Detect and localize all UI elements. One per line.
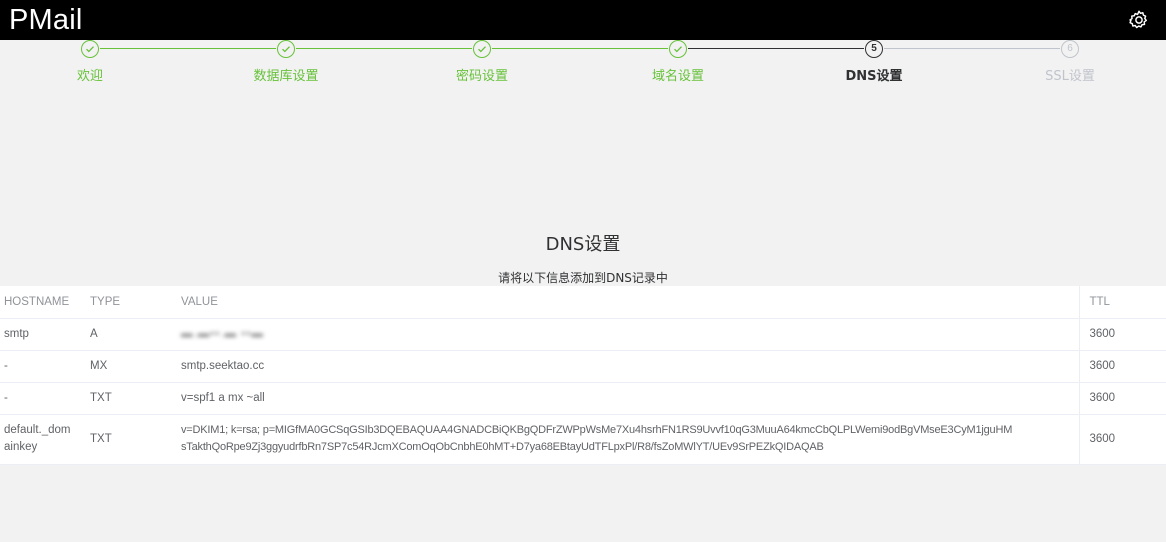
header-ttl: TTL xyxy=(1078,286,1166,319)
step-5-current: 5 xyxy=(865,40,883,58)
cell-ttl: 3600 xyxy=(1078,318,1166,351)
cell-value: smtp.seektao.cc xyxy=(173,350,1079,383)
cell-ttl: 3600 xyxy=(1078,414,1166,465)
dns-records-table: HOSTNAME TYPE VALUE TTL smtp A ▬.▬▪▪.▬ ▪… xyxy=(0,286,1166,465)
table-header-row: HOSTNAME TYPE VALUE TTL xyxy=(0,286,1166,319)
step-label-database: 数据库设置 xyxy=(253,69,319,84)
top-bar: PMail xyxy=(0,0,1166,40)
cell-type: A xyxy=(86,318,173,351)
step-label-dns: DNS设置 xyxy=(845,69,903,84)
step-connector xyxy=(492,48,668,49)
header-type: TYPE xyxy=(86,286,173,319)
header-value: VALUE xyxy=(173,286,1079,319)
cell-type: MX xyxy=(86,350,173,383)
cell-value: v=DKIM1; k=rsa; p=MIGfMA0GCSqGSIb3DQEBAQ… xyxy=(173,414,1079,465)
cell-hostname: - xyxy=(0,350,86,383)
blurred-ip-value: ▬.▬▪▪.▬ ▪▪▬ xyxy=(181,327,264,340)
table-row: - TXT v=spf1 a mx ~all 3600 xyxy=(0,382,1166,415)
cell-hostname: smtp xyxy=(0,318,86,351)
app-logo: PMail xyxy=(9,4,83,36)
header-hostname: HOSTNAME xyxy=(0,286,86,319)
step-number: 5 xyxy=(871,43,877,54)
cell-hostname: - xyxy=(0,382,86,415)
step-connector xyxy=(100,48,276,49)
check-icon xyxy=(674,46,682,53)
step-3-done xyxy=(473,40,491,58)
cell-ttl: 3600 xyxy=(1078,382,1166,415)
step-1-done xyxy=(81,40,99,58)
cell-ttl: 3600 xyxy=(1078,350,1166,383)
check-icon xyxy=(478,46,486,53)
table-row: smtp A ▬.▬▪▪.▬ ▪▪▬ 3600 xyxy=(0,318,1166,351)
step-4-done xyxy=(669,40,687,58)
step-label-ssl: SSL设置 xyxy=(1045,69,1095,84)
cell-value: v=spf1 a mx ~all xyxy=(173,382,1079,415)
section-title: DNS设置 xyxy=(545,234,621,255)
cell-hostname: default._dom ainkey xyxy=(0,414,86,465)
hostname-line: ainkey xyxy=(4,441,38,453)
step-connector xyxy=(688,48,864,49)
cell-value: ▬.▬▪▪.▬ ▪▪▬ xyxy=(173,318,1079,351)
check-icon xyxy=(282,46,290,53)
table-row: default._dom ainkey TXT v=DKIM1; k=rsa; … xyxy=(0,414,1166,465)
cell-type: TXT xyxy=(86,382,173,415)
step-connector xyxy=(296,48,472,49)
gear-icon xyxy=(1129,10,1147,29)
step-connector xyxy=(884,48,1060,49)
setup-stepper: 欢迎 数据库设置 密码设置 域名设置 5 DNS设置 6 SSL设置 xyxy=(0,40,1166,90)
check-icon xyxy=(86,46,94,53)
step-2-done xyxy=(277,40,295,58)
value-line: sTakthQoRpe9Zj3ggyudrfbRn7SP7c54RJcmXCom… xyxy=(181,441,824,453)
hostname-line: default._dom xyxy=(4,424,71,436)
value-line: v=DKIM1; k=rsa; p=MIGfMA0GCSqGSIb3DQEBAQ… xyxy=(181,424,1013,436)
step-6-pending: 6 xyxy=(1061,40,1079,58)
step-label-welcome: 欢迎 xyxy=(76,69,103,84)
step-number: 6 xyxy=(1067,43,1073,54)
cell-type: TXT xyxy=(86,414,173,465)
section-subtitle: 请将以下信息添加到DNS记录中 xyxy=(498,271,668,285)
step-label-domain: 域名设置 xyxy=(651,69,704,84)
table-row: - MX smtp.seektao.cc 3600 xyxy=(0,350,1166,383)
step-label-password: 密码设置 xyxy=(455,69,508,84)
settings-button[interactable] xyxy=(1128,9,1150,31)
